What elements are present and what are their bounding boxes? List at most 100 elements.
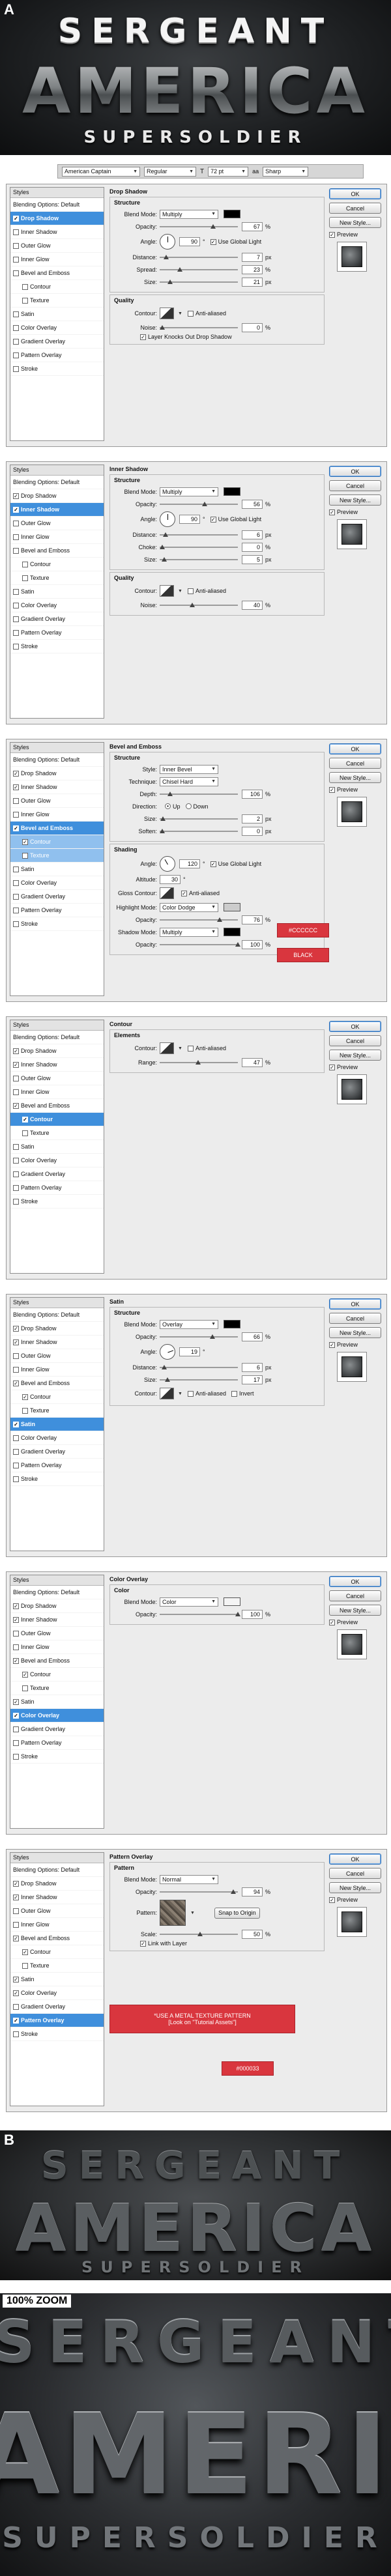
chevron-down-icon[interactable]: ▼ bbox=[178, 311, 182, 316]
direction-up-radio[interactable]: • Up bbox=[165, 803, 181, 810]
anti-aliased-toggle[interactable]: Anti-aliased bbox=[187, 1390, 226, 1397]
style-item-drop-shadow[interactable]: ✓ Drop Shadow bbox=[10, 1599, 104, 1613]
use-global-light-checkbox[interactable]: ✓ bbox=[210, 861, 216, 867]
style-checkbox[interactable] bbox=[13, 797, 19, 804]
style-item-texture[interactable]: Texture bbox=[10, 1404, 104, 1418]
style-item-contour[interactable]: Contour bbox=[10, 558, 104, 571]
style-item-gradient-overlay[interactable]: Gradient Overlay bbox=[10, 1723, 104, 1736]
style-item-gradient-overlay[interactable]: Gradient Overlay bbox=[10, 1445, 104, 1459]
style-checkbox[interactable] bbox=[13, 643, 19, 650]
style-checkbox[interactable] bbox=[22, 1685, 28, 1691]
style-item-outer-glow[interactable]: Outer Glow bbox=[10, 1072, 104, 1085]
ok-button[interactable]: OK bbox=[329, 743, 381, 754]
angle-value[interactable]: 90 bbox=[179, 237, 200, 246]
style-checkbox[interactable]: ✓ bbox=[13, 1657, 19, 1664]
style-checkbox[interactable] bbox=[13, 365, 19, 372]
style-checkbox[interactable] bbox=[13, 256, 19, 263]
blending-options-item[interactable]: Blending Options: Default bbox=[10, 476, 104, 489]
distance-value[interactable]: 6 bbox=[242, 1362, 263, 1372]
style-item-pattern-overlay[interactable]: Pattern Overlay bbox=[10, 626, 104, 640]
style-item-inner-glow[interactable]: Inner Glow bbox=[10, 1918, 104, 1932]
ok-button[interactable]: OK bbox=[329, 1576, 381, 1587]
angle-dial[interactable] bbox=[160, 511, 175, 527]
style-checkbox[interactable] bbox=[13, 1198, 19, 1205]
pattern-thumbnail[interactable] bbox=[160, 1900, 186, 1926]
style-checkbox[interactable]: ✓ bbox=[13, 215, 19, 222]
anti-aliased-checkbox[interactable] bbox=[187, 1045, 194, 1052]
style-checkbox[interactable] bbox=[13, 602, 19, 608]
preview-checkbox[interactable]: ✓ bbox=[329, 1341, 335, 1348]
anti-aliased-checkbox[interactable] bbox=[187, 1390, 194, 1397]
style-item-satin[interactable]: Satin bbox=[10, 585, 104, 599]
blend-mode-select[interactable]: Overlay ▼ bbox=[160, 1319, 218, 1329]
scale-value[interactable]: 50 bbox=[242, 1929, 263, 1939]
style-checkbox[interactable] bbox=[22, 1407, 28, 1414]
preview-checkbox[interactable]: ✓ bbox=[329, 1064, 335, 1070]
anti-aliased-toggle[interactable]: Anti-aliased bbox=[187, 1045, 226, 1052]
contour-picker[interactable] bbox=[160, 1388, 174, 1399]
depth-slider[interactable] bbox=[160, 791, 238, 796]
style-item-gradient-overlay[interactable]: Gradient Overlay bbox=[10, 335, 104, 349]
style-item-texture[interactable]: Texture bbox=[10, 849, 104, 863]
cancel-button[interactable]: Cancel bbox=[329, 1590, 381, 1601]
slider-knob[interactable] bbox=[160, 544, 165, 549]
size-slider[interactable] bbox=[160, 1377, 238, 1382]
anti-aliased-checkbox[interactable] bbox=[187, 310, 194, 317]
anti-aliased-checkbox[interactable]: ✓ bbox=[181, 890, 187, 896]
style-checkbox[interactable] bbox=[13, 1075, 19, 1081]
font-style-select[interactable]: Regular ▼ bbox=[144, 166, 196, 177]
contour-picker[interactable] bbox=[160, 1042, 174, 1054]
style-item-bevel-and-emboss[interactable]: ✓ Bevel and Emboss bbox=[10, 822, 104, 835]
preview-toggle[interactable]: ✓ Preview bbox=[329, 1896, 381, 1903]
style-item-inner-shadow[interactable]: ✓ Inner Shadow bbox=[10, 780, 104, 794]
angle-value[interactable]: 19 bbox=[179, 1347, 200, 1356]
style-checkbox[interactable]: ✓ bbox=[13, 1048, 19, 1054]
style-checkbox[interactable] bbox=[13, 229, 19, 235]
style-checkbox[interactable]: ✓ bbox=[13, 784, 19, 790]
style-item-stroke[interactable]: Stroke bbox=[10, 1195, 104, 1209]
new-style-button[interactable]: New Style... bbox=[329, 1882, 381, 1893]
style-checkbox[interactable] bbox=[13, 1644, 19, 1650]
anti-aliased-toggle[interactable]: Anti-aliased bbox=[187, 310, 226, 317]
distance-slider[interactable] bbox=[160, 532, 238, 537]
ok-button[interactable]: OK bbox=[329, 1021, 381, 1032]
style-item-contour[interactable]: ✓ Contour bbox=[10, 1113, 104, 1126]
style-checkbox[interactable] bbox=[13, 520, 19, 526]
scale-slider[interactable] bbox=[160, 1931, 238, 1936]
style-item-texture[interactable]: Texture bbox=[10, 1682, 104, 1695]
link-with-layer-toggle[interactable]: ✓ Link with Layer bbox=[140, 1940, 320, 1947]
slider-knob[interactable] bbox=[209, 1334, 215, 1339]
size-slider[interactable] bbox=[160, 279, 238, 284]
style-checkbox[interactable] bbox=[13, 1739, 19, 1746]
style-checkbox[interactable]: ✓ bbox=[13, 1990, 19, 1996]
style-item-satin[interactable]: Satin bbox=[10, 308, 104, 321]
slider-knob[interactable] bbox=[235, 1611, 240, 1616]
style-item-pattern-overlay[interactable]: Pattern Overlay bbox=[10, 904, 104, 917]
cancel-button[interactable]: Cancel bbox=[329, 1313, 381, 1324]
opacity-value[interactable]: 67 bbox=[242, 222, 263, 231]
depth-value[interactable]: 106 bbox=[242, 789, 263, 799]
distance-value[interactable]: 7 bbox=[242, 252, 263, 262]
opacity-slider[interactable] bbox=[160, 1334, 238, 1339]
new-style-button[interactable]: New Style... bbox=[329, 1605, 381, 1616]
contour-picker[interactable] bbox=[160, 308, 174, 319]
spread-slider[interactable] bbox=[160, 266, 238, 272]
style-checkbox[interactable] bbox=[22, 297, 28, 304]
style-item-drop-shadow[interactable]: ✓ Drop Shadow bbox=[10, 489, 104, 503]
ok-button[interactable]: OK bbox=[329, 1853, 381, 1865]
style-item-satin[interactable]: Satin bbox=[10, 863, 104, 876]
noise-slider[interactable] bbox=[160, 602, 238, 607]
use-global-light-checkbox[interactable]: ✓ bbox=[210, 238, 216, 245]
style-item-outer-glow[interactable]: Outer Glow bbox=[10, 1349, 104, 1363]
style-checkbox[interactable]: ✓ bbox=[22, 838, 28, 845]
style-item-contour[interactable]: Contour bbox=[10, 280, 104, 294]
slider-knob[interactable] bbox=[210, 223, 216, 229]
knockout-toggle[interactable]: ✓ Layer Knocks Out Drop Shadow bbox=[140, 334, 320, 340]
noise-value[interactable]: 40 bbox=[242, 600, 263, 610]
style-checkbox[interactable]: ✓ bbox=[13, 1102, 19, 1109]
style-item-satin[interactable]: ✓ Satin bbox=[10, 1695, 104, 1709]
angle-value[interactable]: 120 bbox=[179, 859, 200, 868]
chevron-down-icon[interactable]: ▼ bbox=[178, 1392, 182, 1396]
preview-checkbox[interactable]: ✓ bbox=[329, 1896, 335, 1903]
style-checkbox[interactable] bbox=[13, 547, 19, 554]
